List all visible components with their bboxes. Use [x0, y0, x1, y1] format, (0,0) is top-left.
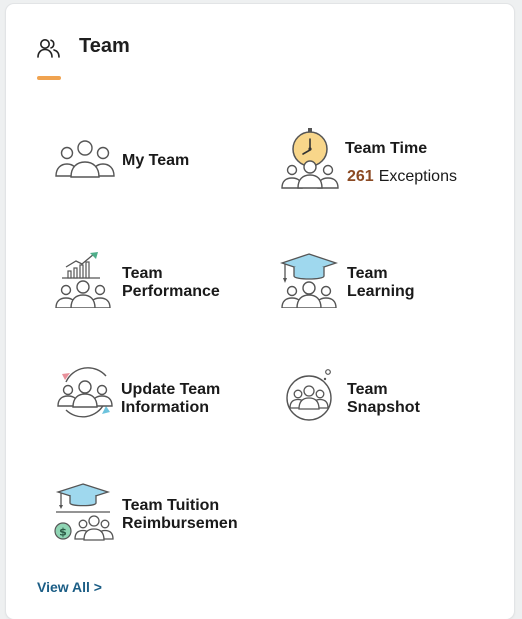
view-all-link[interactable]: View All >	[37, 579, 102, 595]
label-line: Update Team	[121, 381, 221, 398]
team-chart-icon	[55, 252, 111, 308]
tile-my-team[interactable]: My Team	[46, 130, 246, 190]
label-line: Information	[121, 399, 209, 416]
label-line: Team	[347, 265, 388, 282]
tile-team-time[interactable]: Team Time 261 Exceptions	[272, 122, 482, 194]
label-line: Team	[347, 381, 388, 398]
title-underline	[37, 76, 61, 80]
label-line: Team Time	[345, 140, 428, 157]
exceptions-summary[interactable]: 261 Exceptions	[347, 168, 457, 186]
label-line: Team Tuition	[122, 497, 220, 514]
tile-update-team-information-label: Update Team Information	[121, 381, 220, 417]
team-snapshot-icon	[286, 369, 332, 421]
exceptions-label: Exceptions	[378, 168, 457, 185]
tile-update-team-information[interactable]: Update Team Information	[46, 360, 246, 430]
tile-team-learning-label: Team Learning	[347, 265, 415, 301]
tile-team-learning[interactable]: Team Learning	[272, 244, 482, 314]
team-graduation-cap-icon	[280, 253, 338, 308]
tile-team-snapshot-label: Team Snapshot	[347, 381, 420, 417]
team-group-icon	[55, 140, 115, 178]
label-line: Learning	[347, 283, 415, 300]
exceptions-count: 261	[347, 168, 374, 185]
team-clock-icon	[281, 128, 339, 189]
tile-team-performance[interactable]: Team Performance	[46, 244, 246, 314]
tile-team-tuition-reimbursement[interactable]: $ Team Tuition Reimbursemen	[46, 476, 246, 546]
label-line: Snapshot	[347, 399, 420, 416]
tile-team-performance-label: Team Performance	[122, 265, 220, 301]
people-icon	[37, 39, 60, 58]
card-title: Team	[79, 35, 130, 57]
label-line: My Team	[122, 152, 190, 169]
team-tuition-icon: $	[54, 483, 114, 541]
tile-team-snapshot[interactable]: Team Snapshot	[272, 360, 482, 430]
tile-team-time-label: Team Time	[345, 140, 427, 158]
svg-text:$: $	[59, 526, 67, 539]
team-card: Team My Team Team Time 261 Exceptions Te…	[6, 4, 514, 619]
team-refresh-icon	[57, 367, 113, 418]
label-line: Reimbursemen	[122, 515, 238, 532]
label-line: Performance	[122, 283, 220, 300]
tile-team-tuition-label: Team Tuition Reimbursemen	[122, 497, 238, 533]
tile-my-team-label: My Team	[122, 152, 189, 170]
label-line: Team	[122, 265, 163, 282]
